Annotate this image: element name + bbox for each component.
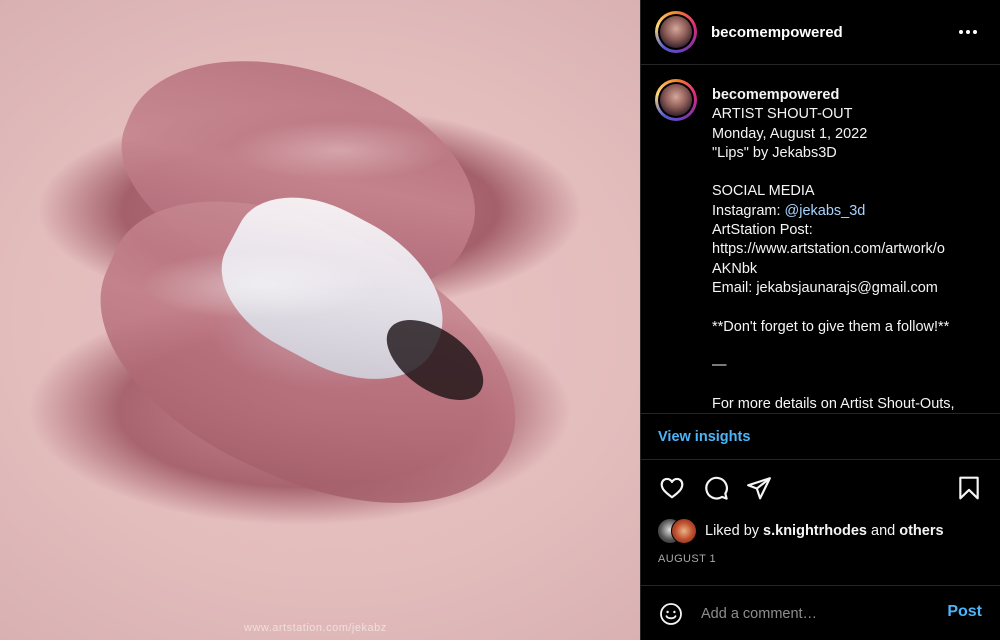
smiley-icon[interactable] xyxy=(659,602,683,626)
header-avatar[interactable] xyxy=(655,11,697,53)
caption-area: becomempowered ARTIST SHOUT-OUT Monday, … xyxy=(641,65,1000,413)
caption-line: AKNbk xyxy=(712,260,758,277)
post-detail-panel: becomempowered becomempowered ARTIST SHO… xyxy=(640,0,1000,640)
caption-avatar[interactable] xyxy=(655,79,697,121)
comment-bar: Post xyxy=(641,585,1000,640)
caption-line xyxy=(712,163,977,182)
caption-line: For more details on Artist Shout-Outs, xyxy=(712,395,955,412)
paper-plane-icon[interactable] xyxy=(746,475,772,501)
post-date[interactable]: AUGUST 1 xyxy=(658,553,716,565)
likes-row: Liked by s.knightrhodes and others xyxy=(657,517,944,545)
insights-row: View insights xyxy=(641,413,1000,460)
lip-gloss-highlight xyxy=(230,120,450,180)
caption-line xyxy=(712,298,977,317)
caption-line: Email: jekabsjaunarajs@gmail.com xyxy=(712,279,938,296)
caption-line xyxy=(712,337,977,356)
comment-input[interactable] xyxy=(699,600,933,628)
caption-line: Monday, August 1, 2022 xyxy=(712,125,868,142)
bookmark-icon[interactable] xyxy=(956,475,982,501)
likes-others-link[interactable]: others xyxy=(899,523,943,539)
avatar xyxy=(671,518,697,544)
caption-text: becomempowered ARTIST SHOUT-OUT Monday, … xyxy=(712,86,977,413)
action-bar xyxy=(641,460,1000,514)
caption-line xyxy=(712,375,977,394)
caption-line: https://www.artstation.com/artwork/o xyxy=(712,241,945,258)
heart-icon[interactable] xyxy=(659,475,685,501)
caption-username[interactable]: becomempowered xyxy=(712,86,977,105)
likes-text: Liked by s.knightrhodes and others xyxy=(705,523,944,539)
post-image[interactable]: www.artstation.com/jekabz xyxy=(0,0,640,640)
caption-line: **Don't forget to give them a follow!** xyxy=(712,318,950,335)
liker-username[interactable]: s.knightrhodes xyxy=(763,523,867,539)
instagram-label: Instagram: xyxy=(712,202,785,219)
caption-line-instagram: Instagram: @jekabs_3d xyxy=(712,202,977,221)
lip-gloss-highlight xyxy=(140,250,380,320)
caption-line: ArtStation Post: xyxy=(712,222,813,239)
caption-line: "Lips" by Jekabs3D xyxy=(712,144,837,161)
post-comment-button[interactable]: Post xyxy=(947,603,982,621)
mention-link[interactable]: @jekabs_3d xyxy=(785,203,866,219)
more-options-icon[interactable] xyxy=(956,20,980,44)
post-header: becomempowered xyxy=(641,0,1000,65)
comment-bubble-icon[interactable] xyxy=(703,475,729,501)
view-insights-link[interactable]: View insights xyxy=(658,429,750,445)
image-watermark: www.artstation.com/jekabz xyxy=(244,622,387,634)
header-username[interactable]: becomempowered xyxy=(711,24,843,41)
caption-line: — xyxy=(712,357,727,374)
liker-avatars[interactable] xyxy=(657,518,699,544)
caption-line: ARTIST SHOUT-OUT xyxy=(712,106,853,123)
caption-line: SOCIAL MEDIA xyxy=(712,183,815,200)
likes-middle: and xyxy=(866,523,900,539)
likes-prefix: Liked by xyxy=(705,523,764,539)
